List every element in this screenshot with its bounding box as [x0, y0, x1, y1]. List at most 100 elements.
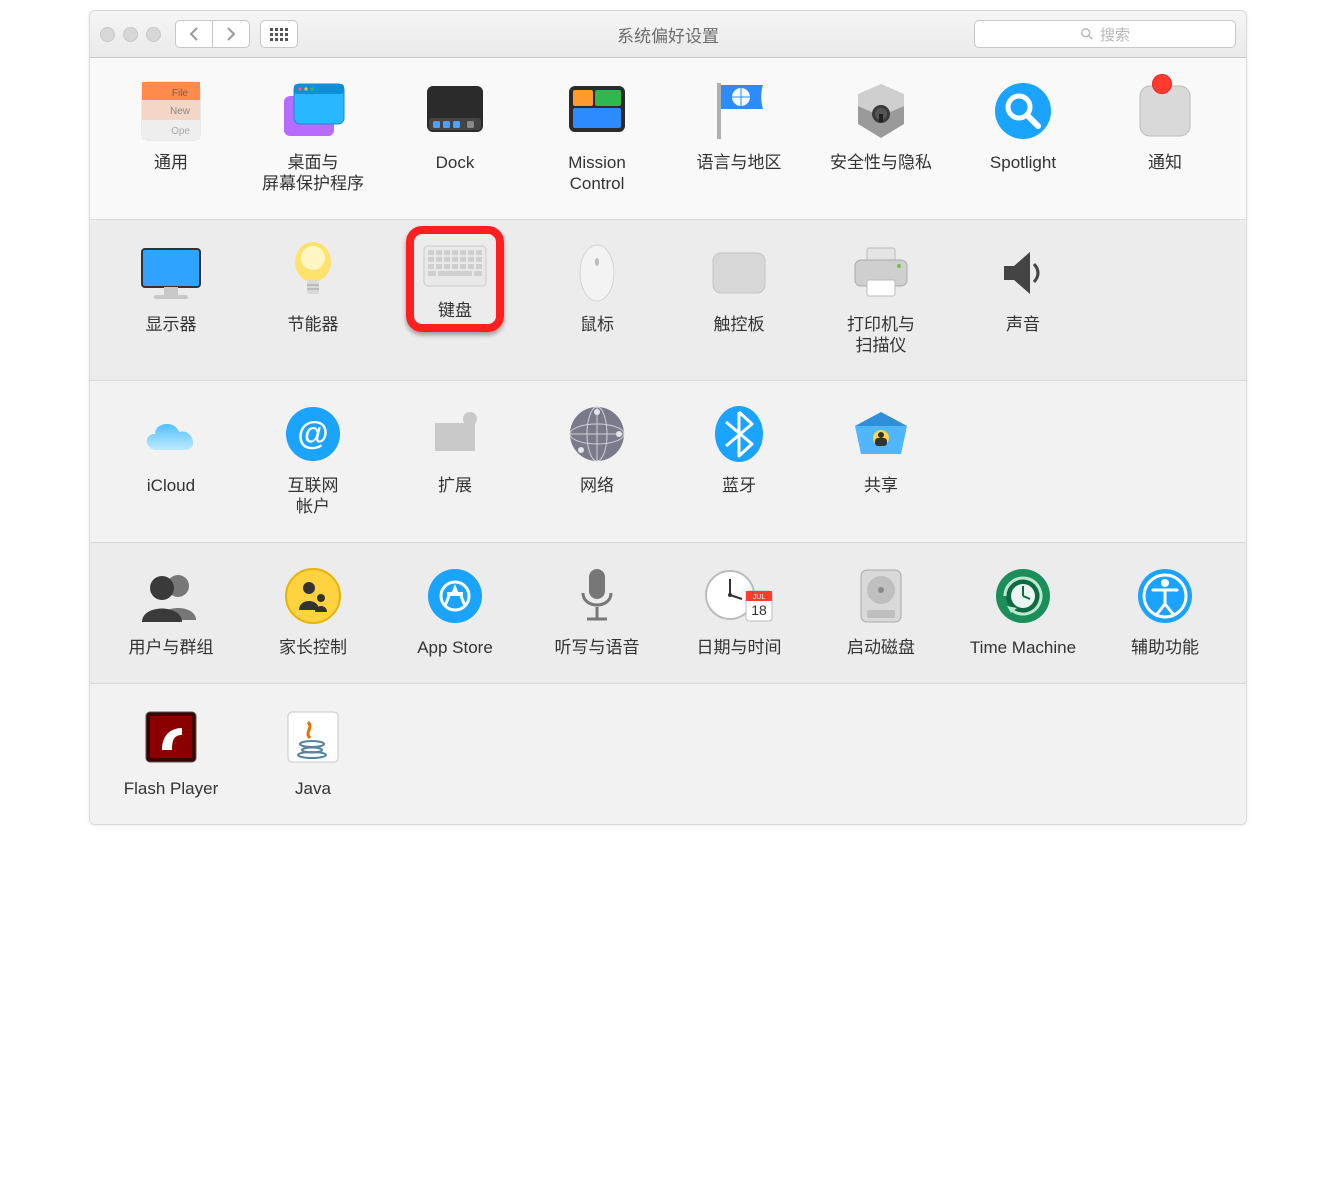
java-icon [278, 702, 348, 772]
cal-day: 18 [751, 602, 767, 618]
pref-label: Spotlight [990, 152, 1056, 174]
pref-sharing[interactable]: 共享 [810, 399, 952, 518]
preference-groups: File New Ope 通用 桌面与 屏幕保护程序 Dock [90, 58, 1246, 824]
pref-sound[interactable]: 声音 [952, 238, 1094, 357]
minimize-window-button[interactable] [123, 27, 138, 42]
parental-icon [278, 561, 348, 631]
notification-badge [1152, 74, 1172, 94]
pref-mouse[interactable]: 鼠标 [526, 238, 668, 357]
group-thirdparty: Flash Player Java [90, 684, 1246, 824]
pref-label: 启动磁盘 [847, 637, 915, 659]
printers-icon [846, 238, 916, 308]
window-controls [100, 27, 161, 42]
pref-java[interactable]: Java [242, 702, 384, 800]
appstore-icon [420, 561, 490, 631]
svg-text:Ope: Ope [171, 126, 190, 137]
back-button[interactable] [176, 21, 212, 47]
pref-label: App Store [417, 637, 493, 659]
pref-label: 通用 [154, 152, 188, 174]
language-icon [704, 76, 774, 146]
dock-icon [420, 76, 490, 146]
pref-label: 触控板 [714, 314, 765, 336]
pref-bluetooth[interactable]: 蓝牙 [668, 399, 810, 518]
forward-button[interactable] [212, 21, 249, 47]
pref-label: 节能器 [288, 314, 339, 336]
mouse-icon [562, 238, 632, 308]
pref-label: 共享 [864, 475, 898, 497]
system-preferences-window: 系统偏好设置 搜索 File New Ope 通用 桌面与 屏幕保护程序 [89, 10, 1247, 825]
pref-internet-accounts[interactable]: @ 互联网 帐户 [242, 399, 384, 518]
pref-time-machine[interactable]: Time Machine [952, 561, 1094, 659]
pref-label: 扩展 [438, 475, 472, 497]
security-icon [846, 76, 916, 146]
mission-control-icon [562, 76, 632, 146]
nav-buttons [175, 20, 250, 48]
pref-energy-saver[interactable]: 节能器 [242, 238, 384, 357]
pref-trackpad[interactable]: 触控板 [668, 238, 810, 357]
pref-notifications[interactable]: 通知 [1094, 76, 1236, 195]
startup-disk-icon [846, 561, 916, 631]
group-hardware: 显示器 节能器 [90, 220, 1246, 382]
pref-icloud[interactable]: iCloud [100, 399, 242, 518]
pref-accessibility[interactable]: 辅助功能 [1094, 561, 1236, 659]
pref-label: 互联网 帐户 [288, 475, 339, 518]
group-system: 用户与群组 家长控制 App Store 听写与语音 [90, 543, 1246, 684]
bluetooth-icon [704, 399, 774, 469]
show-all-button[interactable] [260, 20, 298, 48]
titlebar: 系统偏好设置 搜索 [90, 11, 1246, 58]
zoom-window-button[interactable] [146, 27, 161, 42]
pref-label: 语言与地区 [697, 152, 782, 174]
general-icon: File New Ope [136, 76, 206, 146]
svg-text:New: New [170, 106, 191, 117]
pref-label: Flash Player [124, 778, 218, 800]
pref-date-time[interactable]: JUL18 日期与时间 [668, 561, 810, 659]
pref-label: 日期与时间 [697, 637, 782, 659]
pref-label: 鼠标 [580, 314, 614, 336]
pref-label: 家长控制 [279, 637, 347, 659]
pref-keyboard[interactable]: 键盘 [384, 238, 526, 357]
dictation-icon [562, 561, 632, 631]
internet-accounts-icon: @ [278, 399, 348, 469]
pref-label: 显示器 [146, 314, 197, 336]
pref-desktop[interactable]: 桌面与 屏幕保护程序 [242, 76, 384, 195]
pref-startup-disk[interactable]: 启动磁盘 [810, 561, 952, 659]
spotlight-icon [988, 76, 1058, 146]
pref-parental-controls[interactable]: 家长控制 [242, 561, 384, 659]
pref-label: Java [295, 778, 331, 800]
timemachine-icon [988, 561, 1058, 631]
pref-dictation-speech[interactable]: 听写与语音 [526, 561, 668, 659]
network-icon [562, 399, 632, 469]
datetime-icon: JUL18 [704, 561, 774, 631]
grid-icon [270, 28, 288, 41]
pref-users-groups[interactable]: 用户与群组 [100, 561, 242, 659]
pref-label: Dock [436, 152, 475, 174]
pref-label: 网络 [580, 475, 614, 497]
trackpad-icon [704, 238, 774, 308]
close-window-button[interactable] [100, 27, 115, 42]
pref-network[interactable]: 网络 [526, 399, 668, 518]
search-field[interactable]: 搜索 [974, 20, 1236, 48]
keyboard-icon [420, 238, 490, 294]
pref-spotlight[interactable]: Spotlight [952, 76, 1094, 195]
pref-dock[interactable]: Dock [384, 76, 526, 195]
pref-extensions[interactable]: 扩展 [384, 399, 526, 518]
desktop-icon [278, 76, 348, 146]
pref-flash-player[interactable]: Flash Player [100, 702, 242, 800]
pref-label: 辅助功能 [1131, 637, 1199, 659]
pref-displays[interactable]: 显示器 [100, 238, 242, 357]
pref-printers-scanners[interactable]: 打印机与 扫描仪 [810, 238, 952, 357]
pref-app-store[interactable]: App Store [384, 561, 526, 659]
pref-mission-control[interactable]: Mission Control [526, 76, 668, 195]
flash-icon [136, 702, 206, 772]
sound-icon [988, 238, 1058, 308]
pref-label: 打印机与 扫描仪 [847, 314, 915, 357]
users-icon [136, 561, 206, 631]
pref-label: Time Machine [970, 637, 1076, 659]
svg-text:File: File [172, 88, 189, 99]
pref-language-region[interactable]: 语言与地区 [668, 76, 810, 195]
svg-text:@: @ [297, 415, 328, 451]
cal-month: JUL [753, 594, 766, 601]
group-personal: File New Ope 通用 桌面与 屏幕保护程序 Dock [90, 58, 1246, 220]
pref-security-privacy[interactable]: 安全性与隐私 [810, 76, 952, 195]
pref-general[interactable]: File New Ope 通用 [100, 76, 242, 195]
